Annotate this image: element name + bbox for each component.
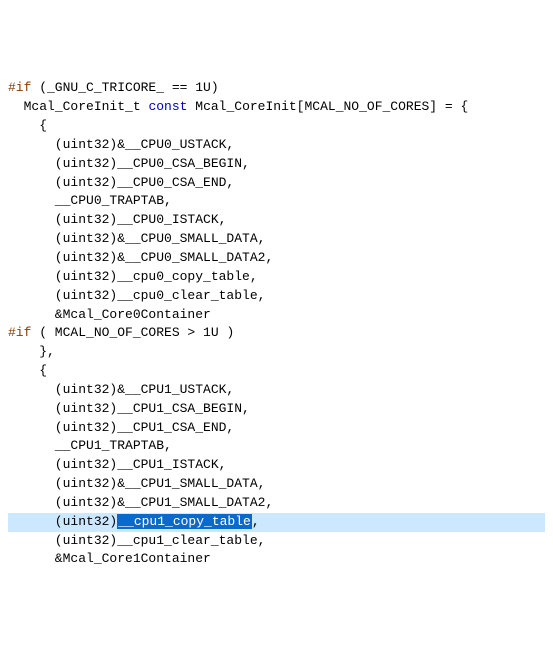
preprocessor-condition: ( MCAL_NO_OF_CORES > 1U ) [31,325,234,340]
indent [8,99,24,114]
code-line: (uint32)&__CPU1_SMALL_DATA2, [8,494,545,513]
preprocessor-directive: #if [8,80,31,95]
code-line: (uint32)__CPU1_CSA_END, [8,419,545,438]
code-line: (uint32)__cpu0_copy_table, [8,268,545,287]
selected-text[interactable]: __cpu1_copy_table [117,514,252,529]
const-keyword: const [148,99,187,114]
code-line: (uint32)&__CPU1_SMALL_DATA, [8,475,545,494]
code-line: (uint32)&__CPU0_SMALL_DATA2, [8,249,545,268]
code-line: (uint32)__CPU0_CSA_END, [8,174,545,193]
code-text: (uint32) [8,514,117,529]
code-line: &Mcal_Core1Container [8,550,545,569]
code-line: __CPU1_TRAPTAB, [8,437,545,456]
code-line: __CPU0_TRAPTAB, [8,192,545,211]
preprocessor-condition: (_GNU_C_TRICORE_ == 1U) [31,80,218,95]
code-line: (uint32)&__CPU0_USTACK, [8,136,545,155]
code-line: #if ( MCAL_NO_OF_CORES > 1U ) [8,324,545,343]
code-line: #if (_GNU_C_TRICORE_ == 1U) [8,79,545,98]
code-line: { [8,362,545,381]
code-line: Mcal_CoreInit_t const Mcal_CoreInit[MCAL… [8,98,545,117]
code-line: (uint32)&__CPU1_USTACK, [8,381,545,400]
code-block: #if (_GNU_C_TRICORE_ == 1U) Mcal_CoreIni… [8,79,545,569]
code-line: { [8,117,545,136]
code-line: }, [8,343,545,362]
code-line: (uint32)__CPU1_CSA_BEGIN, [8,400,545,419]
code-line: (uint32)__CPU0_CSA_BEGIN, [8,155,545,174]
code-text: , [252,514,260,529]
code-line: (uint32)&__CPU0_SMALL_DATA, [8,230,545,249]
code-line: (uint32)__CPU0_ISTACK, [8,211,545,230]
type-name: Mcal_CoreInit_t [24,99,141,114]
declaration-rest: Mcal_CoreInit[MCAL_NO_OF_CORES] = { [187,99,468,114]
code-line: &Mcal_Core0Container [8,306,545,325]
preprocessor-directive: #if [8,325,31,340]
code-line: (uint32)__cpu0_clear_table, [8,287,545,306]
code-line: (uint32)__cpu1_clear_table, [8,532,545,551]
code-line-highlighted: (uint32)__cpu1_copy_table, [8,513,545,532]
code-line: (uint32)__CPU1_ISTACK, [8,456,545,475]
